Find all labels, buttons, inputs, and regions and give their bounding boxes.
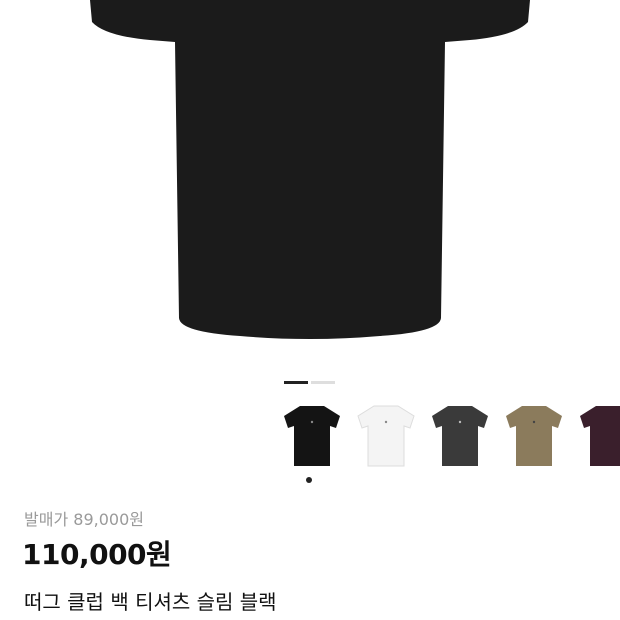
product-title: 떠그 클럽 백 티셔츠 슬림 블랙 (24, 590, 277, 614)
variant-khaki[interactable] (504, 402, 566, 472)
color-variant-list (280, 402, 620, 474)
selected-variant-indicator (306, 477, 312, 483)
image-pager[interactable] (284, 381, 335, 384)
t-shirt-back-image (90, 0, 530, 339)
current-price: 110,000원 (22, 538, 172, 571)
release-price-value: 89,000원 (73, 510, 144, 529)
variant-black[interactable] (282, 402, 344, 472)
pager-bar-2[interactable] (311, 381, 335, 384)
pager-bar-1[interactable] (284, 381, 308, 384)
product-hero-image[interactable] (0, 0, 620, 360)
release-price: 발매가 89,000원 (24, 506, 144, 530)
variant-white[interactable] (356, 402, 418, 472)
variant-charcoal[interactable] (430, 402, 492, 472)
shirt-body (90, 0, 530, 339)
release-price-label: 발매가 (24, 510, 69, 529)
variant-burgundy[interactable] (578, 402, 620, 472)
